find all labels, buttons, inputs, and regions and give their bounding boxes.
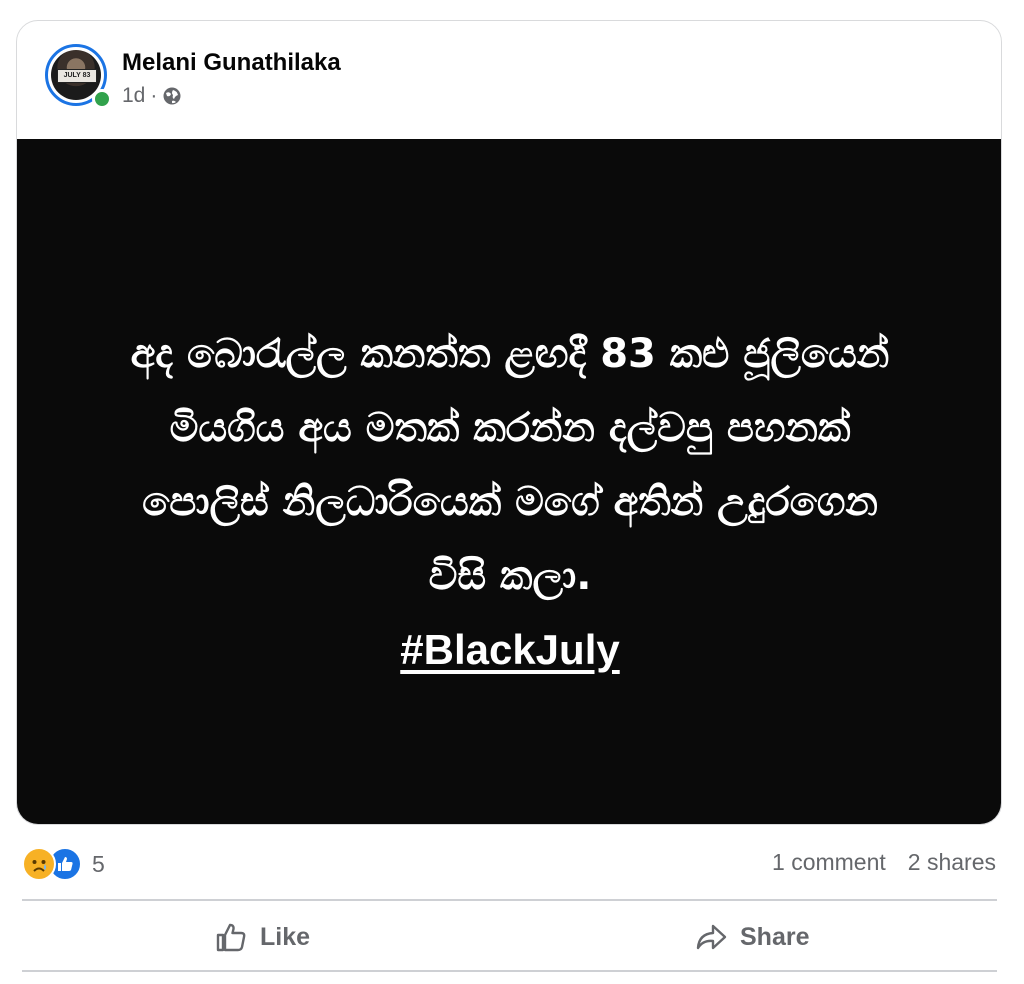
globe-icon[interactable]: [162, 86, 182, 106]
avatar-stamp-text: JULY 83: [57, 69, 97, 83]
sad-reaction-icon: [22, 847, 56, 881]
post-timestamp[interactable]: 1d: [122, 84, 145, 108]
divider: [22, 970, 997, 972]
hashtag-link[interactable]: #BlackJuly: [400, 626, 619, 673]
author-name[interactable]: Melani Gunathilaka: [122, 49, 341, 77]
online-status-dot: [92, 89, 112, 109]
engagement-stats: 1 comment 2 shares: [772, 849, 996, 876]
shares-count-link[interactable]: 2 shares: [908, 849, 996, 876]
meta-separator: ·: [150, 84, 158, 107]
post-text-line: පොලිස් නිලධාරියෙක් මගේ අතින් උදුරගෙන: [142, 479, 878, 525]
reactions-summary[interactable]: 5: [22, 846, 105, 882]
thumbs-up-icon: [216, 923, 246, 952]
post-header: JULY 83 Melani Gunathilaka 1d ·: [17, 21, 1001, 139]
post-image[interactable]: අද බොරැල්ල කනත්ත ළඟදී 83 කළු ජූලියෙන් මි…: [17, 139, 1001, 824]
post-text-line: විසි කලා.: [428, 553, 592, 599]
post-text: අද බොරැල්ල කනත්ත ළඟදී 83 කළු ජූලියෙන් මි…: [52, 317, 968, 688]
post-text-line: අද බොරැල්ල කනත්ත ළඟදී 83 කළු ජූලියෙන්: [130, 331, 890, 377]
share-label: Share: [740, 922, 810, 951]
post-card: JULY 83 Melani Gunathilaka 1d · අද බොරැල…: [16, 20, 1002, 825]
post-meta: 1d ·: [122, 84, 182, 108]
like-label: Like: [260, 922, 311, 951]
divider: [22, 899, 997, 901]
share-button[interactable]: Share: [694, 907, 809, 967]
share-arrow-icon: [696, 924, 727, 950]
comments-count-link[interactable]: 1 comment: [772, 849, 886, 876]
reaction-count: 5: [92, 850, 105, 877]
post-text-line: මියගිය අය මතක් කරන්න දල්වපු පහනක්: [169, 405, 851, 451]
like-button[interactable]: Like: [214, 907, 310, 967]
